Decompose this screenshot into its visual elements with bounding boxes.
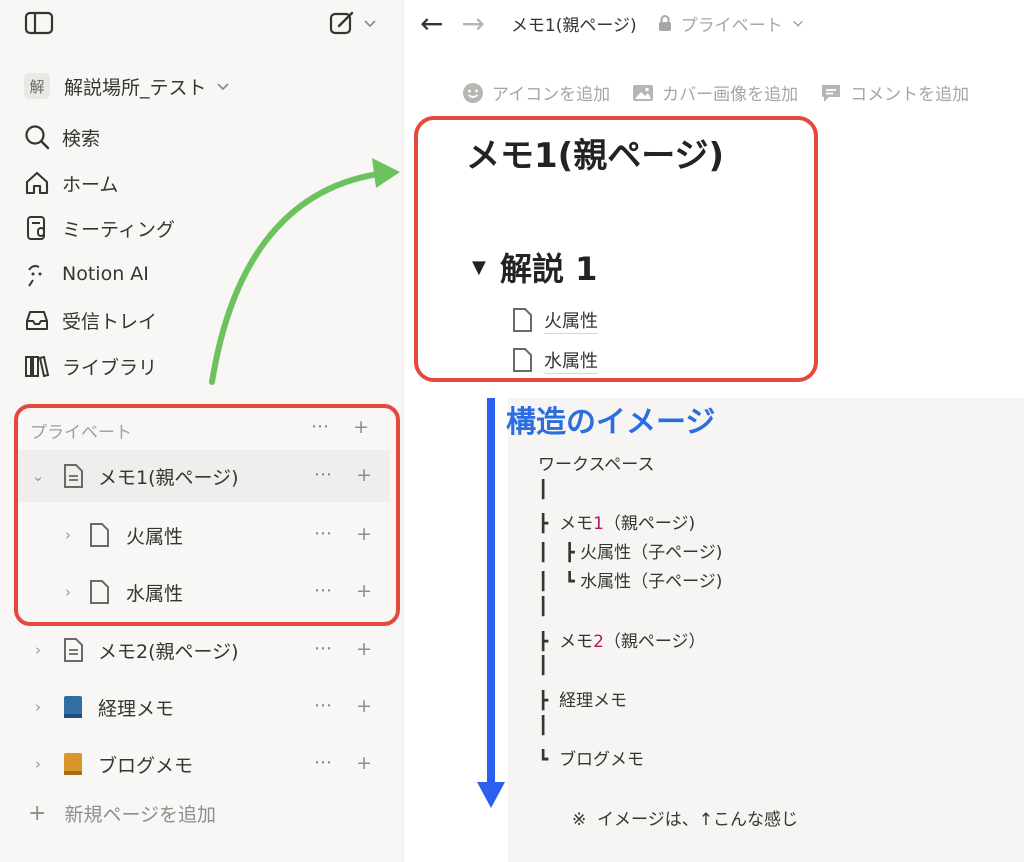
add-button[interactable]: + (356, 752, 372, 774)
more-button[interactable]: ··· (314, 695, 332, 717)
add-new-page-button[interactable]: + 新規ページを追加 (28, 800, 216, 827)
forward-arrow-icon[interactable]: → (461, 7, 484, 40)
chevron-down-icon (364, 20, 376, 28)
green-arrow-annotation (209, 158, 400, 385)
library-icon (22, 351, 52, 381)
add-page-label: 新規ページを追加 (64, 804, 217, 826)
breadcrumb[interactable]: メモ1(親ページ) (511, 11, 637, 36)
compose-icon (329, 11, 354, 35)
row-actions: ··· + (314, 638, 372, 660)
add-comment-label: コメントを追加 (850, 85, 970, 105)
page-title: ブログメモ (98, 754, 194, 777)
nav-label: ホーム (62, 173, 119, 196)
chevron-down-icon (792, 20, 803, 27)
tree-connector: ┃ (538, 480, 549, 500)
page-icon (64, 638, 83, 662)
tree-item-blog: ┗ ブログメモ (538, 750, 645, 770)
add-button[interactable]: + (356, 638, 372, 660)
sidebar-page-memo2[interactable]: › メモ2(親ページ) ··· + (18, 624, 390, 676)
more-button[interactable]: ··· (314, 752, 332, 774)
notion-ai-icon (22, 259, 52, 289)
smiley-icon (463, 82, 483, 103)
tree-connector: ┃ (538, 656, 549, 676)
comment-icon (822, 84, 841, 102)
nav-label: 受信トレイ (62, 310, 158, 333)
add-cover-label: カバー画像を追加 (662, 85, 799, 105)
add-icon-button[interactable]: アイコンを追加 (462, 80, 610, 105)
chevron-right-icon[interactable]: › (28, 641, 48, 659)
back-arrow-icon[interactable]: ← (420, 7, 443, 40)
chevron-right-icon[interactable]: › (28, 755, 48, 773)
lock-icon (658, 15, 671, 31)
nav-label: ミーティング (62, 218, 175, 241)
add-button[interactable]: + (356, 695, 372, 717)
inbox-icon (22, 305, 52, 335)
highlight-box-private (14, 404, 400, 626)
highlight-box-content (414, 116, 818, 382)
privacy-label[interactable]: プライベート (681, 11, 783, 36)
tree-item-memo2: ┣ メモ2（親ページ） (538, 632, 706, 652)
page-title: 経理メモ (98, 697, 175, 720)
search-icon (22, 122, 52, 152)
workspace-switcher[interactable]: 解 解説場所_テスト (24, 68, 324, 104)
more-button[interactable]: ··· (314, 638, 332, 660)
plus-icon: + (28, 801, 47, 826)
row-actions: ··· + (314, 695, 372, 717)
blue-book-icon (64, 696, 82, 718)
tree-item-memo1: ┣ メモ1（親ページ) (538, 514, 696, 534)
sidebar-page-blog[interactable]: › ブログメモ ··· + (18, 738, 390, 790)
workspace-badge: 解 (24, 73, 50, 99)
new-page-button[interactable] (328, 8, 380, 38)
add-cover-button[interactable]: カバー画像を追加 (632, 80, 798, 105)
meeting-icon (22, 213, 52, 243)
chevron-right-icon[interactable]: › (28, 698, 48, 716)
page-title: メモ2(親ページ) (98, 640, 239, 663)
blue-arrow-annotation (477, 398, 505, 808)
structure-note: ※ イメージは、↑こんな感じ (572, 810, 798, 830)
nav-label: 検索 (62, 127, 101, 150)
workspace-name: 解説場所_テスト (64, 76, 207, 99)
row-actions: ··· + (314, 752, 372, 774)
structure-title: 構造のイメージ (506, 405, 716, 440)
page-actions: アイコンを追加 カバー画像を追加 コメントを追加 (462, 80, 969, 105)
tree-connector: ┃ (538, 716, 549, 736)
add-comment-button[interactable]: コメントを追加 (820, 80, 969, 105)
nav-label: ライブラリ (62, 356, 158, 379)
tree-connector: ┃ (538, 597, 549, 617)
add-icon-label: アイコンを追加 (492, 85, 611, 105)
sidebar-page-keiri[interactable]: › 経理メモ ··· + (18, 681, 390, 733)
nav-label: Notion AI (62, 263, 149, 285)
sidebar: 解 解説場所_テスト 検索 ホーム ミーティング Notion AI 受信トレイ (0, 0, 404, 862)
tree-item-child1: ┃ ┣ 火属性（子ページ) (538, 543, 723, 563)
chevron-down-icon (216, 83, 229, 91)
tree-item-keiri: ┣ 経理メモ (538, 691, 628, 711)
sidebar-toggle-icon[interactable] (24, 10, 54, 36)
orange-book-icon (64, 753, 82, 775)
tree-root: ワークスペース (538, 455, 655, 475)
tree-item-child2: ┃ ┗ 水属性（子ページ) (538, 572, 723, 592)
home-icon (22, 168, 52, 198)
image-icon (633, 84, 654, 101)
topbar: ← → メモ1(親ページ) プライベート (404, 0, 1024, 46)
